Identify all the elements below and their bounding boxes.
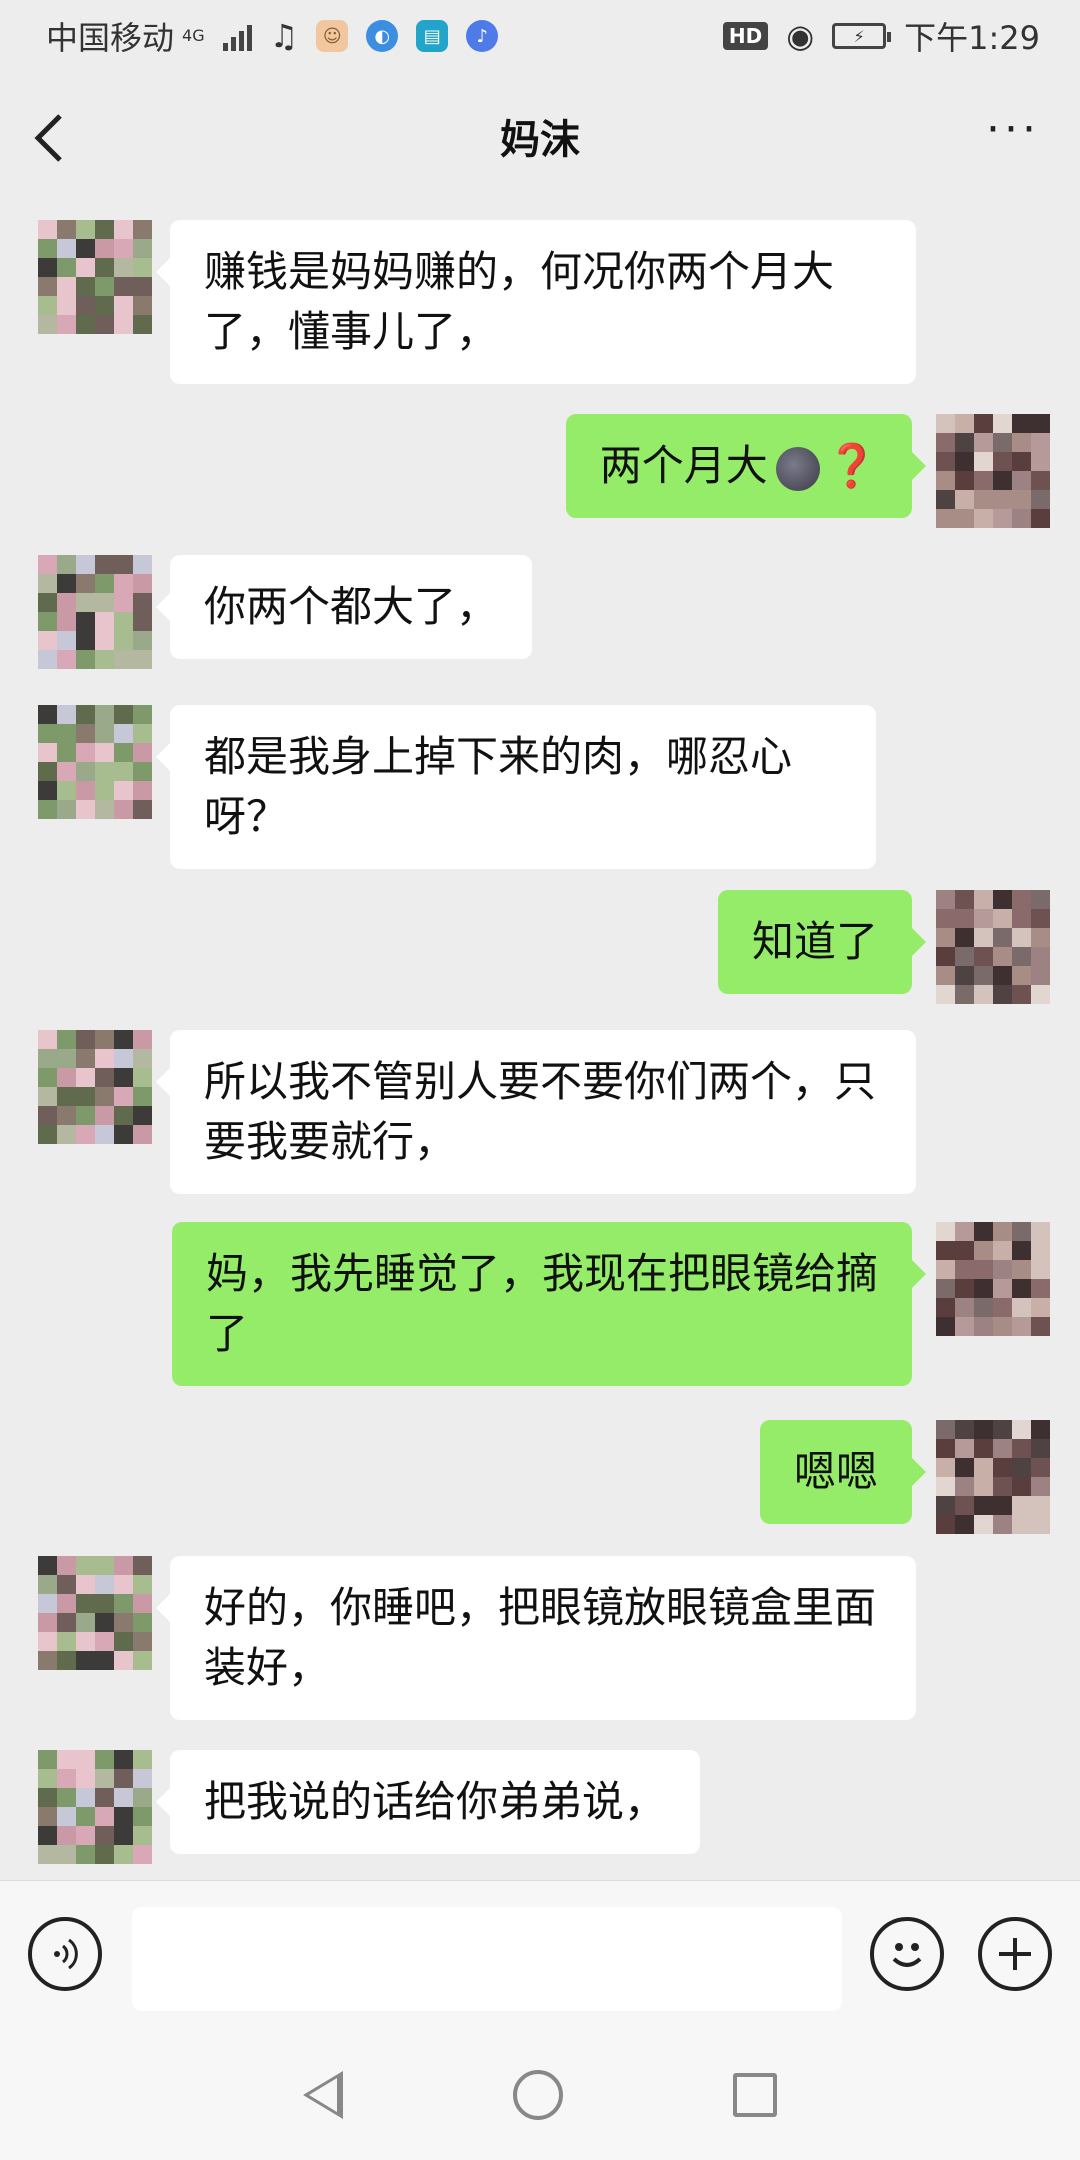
sent-message-bubble[interactable]: 嗯嗯 bbox=[759, 1420, 927, 1524]
received-message-bubble[interactable]: 好的，你睡吧，把眼镜放眼镜盒里面装好， bbox=[156, 1556, 916, 1720]
battery-icon: ⚡ bbox=[832, 23, 892, 49]
network-type: 4G bbox=[182, 26, 205, 45]
nav-home-icon[interactable] bbox=[513, 2070, 563, 2120]
carrier-label: 中国移动 bbox=[46, 19, 175, 57]
plus-icon[interactable] bbox=[978, 1917, 1052, 1991]
chat-screen: 中国移动 4G ♫ ☺ ◐ ▤ ♪ HD ◉ ⚡ 下午1:29 妈沫 ··· 赚… bbox=[0, 0, 1080, 2160]
received-message-bubble[interactable]: 都是我身上掉下来的肉，哪忍心呀？ bbox=[156, 705, 876, 869]
music-note-icon: ♫ bbox=[269, 17, 299, 55]
sent-message-bubble[interactable]: 知道了 bbox=[717, 890, 927, 994]
system-nav-bar bbox=[0, 2030, 1080, 2160]
sent-message-bubble[interactable]: 两个月大 ❓ bbox=[565, 414, 927, 518]
emoji-icon[interactable] bbox=[870, 1917, 944, 1991]
my-avatar[interactable] bbox=[936, 1420, 1050, 1534]
contact-avatar[interactable] bbox=[38, 705, 152, 819]
status-time: 下午1:29 bbox=[904, 19, 1040, 57]
status-bar: 中国移动 4G ♫ ☺ ◐ ▤ ♪ HD ◉ ⚡ 下午1:29 bbox=[0, 0, 1080, 72]
hd-badge: HD bbox=[722, 22, 769, 50]
my-avatar[interactable] bbox=[936, 414, 1050, 528]
received-message-bubble[interactable]: 所以我不管别人要不要你们两个，只要我要就行， bbox=[156, 1030, 916, 1194]
contact-avatar[interactable] bbox=[38, 1030, 152, 1144]
contact-avatar[interactable] bbox=[38, 220, 152, 334]
status-left: 中国移动 4G ♫ ☺ ◐ ▤ ♪ bbox=[46, 13, 499, 59]
received-message-bubble[interactable]: 把我说的话给你弟弟说， bbox=[155, 1750, 701, 1854]
my-avatar[interactable] bbox=[936, 890, 1050, 1004]
input-bar bbox=[0, 1880, 1080, 2030]
message-list[interactable]: 赚钱是妈妈赚的，何况你两个月大了，懂事儿了， 两个月大 ❓ 你两个都大了， 都是我… bbox=[0, 200, 1080, 1880]
voice-icon[interactable] bbox=[28, 1917, 102, 1991]
nav-recents-icon[interactable] bbox=[733, 2073, 777, 2117]
chat-header: 妈沫 ··· bbox=[0, 72, 1080, 200]
music-app-notification-icon: ♪ bbox=[466, 20, 499, 52]
message-text: 两个月大 bbox=[599, 441, 768, 490]
received-message-bubble[interactable]: 你两个都大了， bbox=[155, 555, 533, 659]
reader-notification-icon: ▤ bbox=[416, 20, 449, 52]
contact-avatar[interactable] bbox=[38, 1750, 152, 1864]
nav-back-icon[interactable] bbox=[303, 2071, 343, 2119]
back-arrow-icon[interactable] bbox=[30, 110, 80, 166]
more-options-icon[interactable]: ··· bbox=[986, 108, 1040, 152]
contact-avatar[interactable] bbox=[38, 1556, 152, 1670]
message-input[interactable] bbox=[132, 1907, 842, 2011]
contact-avatar[interactable] bbox=[38, 555, 152, 669]
app-notification-icon: ☺ bbox=[316, 20, 349, 52]
chat-title: 妈沫 bbox=[500, 117, 580, 163]
sent-message-bubble[interactable]: 妈，我先睡觉了，我现在把眼镜给摘了 bbox=[172, 1222, 926, 1386]
eye-icon: ◉ bbox=[786, 17, 815, 55]
received-message-bubble[interactable]: 赚钱是妈妈赚的，何况你两个月大了，懂事儿了， bbox=[156, 220, 916, 384]
signal-icon bbox=[222, 21, 252, 51]
question-mark-emoji: ❓ bbox=[825, 441, 878, 490]
status-right: HD ◉ ⚡ 下午1:29 bbox=[722, 13, 1040, 59]
new-moon-face-emoji-icon bbox=[775, 446, 820, 491]
my-avatar[interactable] bbox=[936, 1222, 1050, 1336]
browser-notification-icon: ◐ bbox=[366, 20, 399, 52]
